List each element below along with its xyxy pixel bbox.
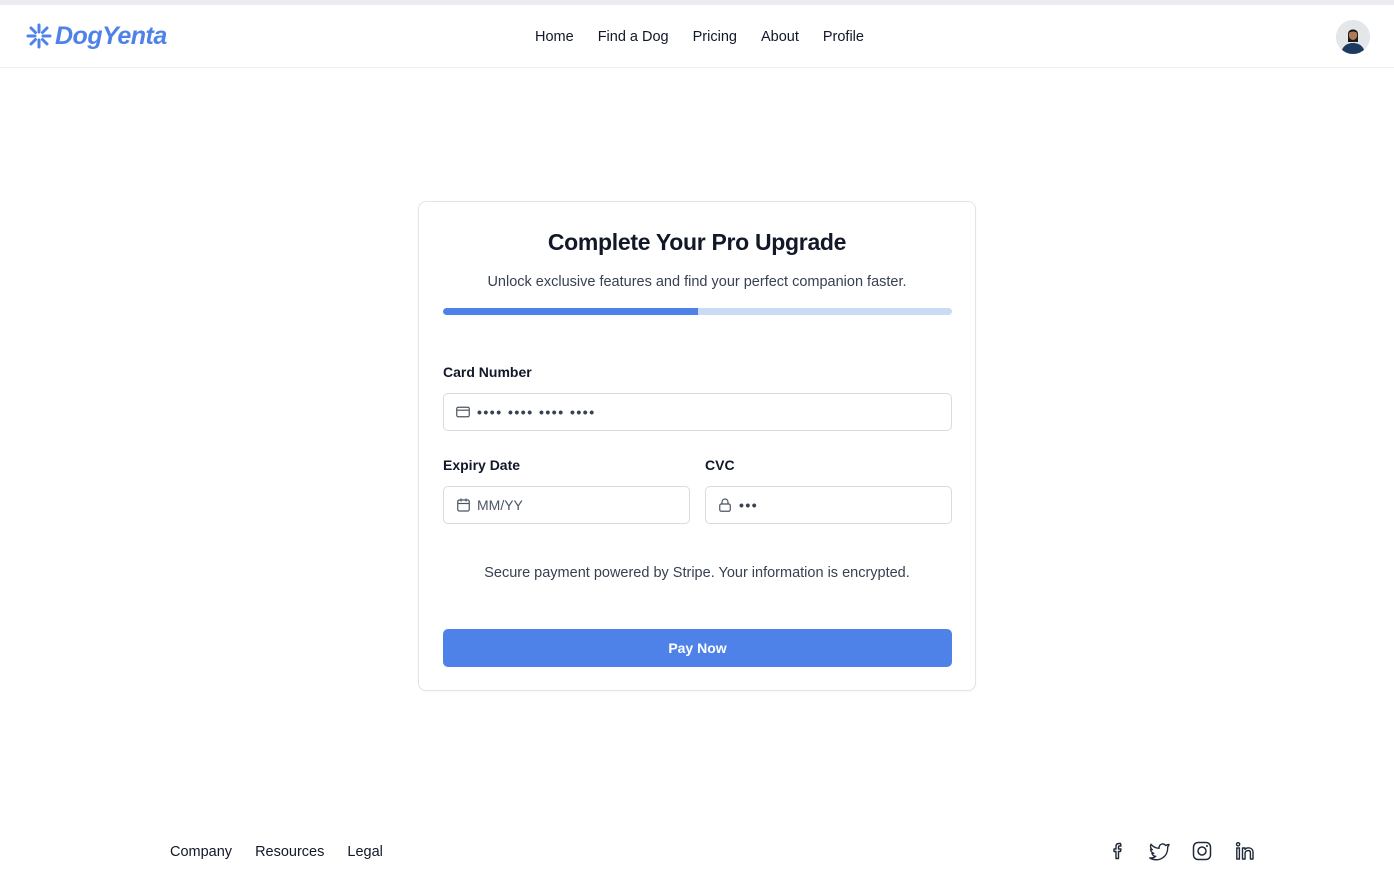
- card-number-field[interactable]: •••• •••• •••• ••••: [443, 393, 952, 431]
- payment-card: Complete Your Pro Upgrade Unlock exclusi…: [418, 201, 976, 691]
- pay-now-button[interactable]: Pay Now: [443, 629, 952, 667]
- nav-pricing[interactable]: Pricing: [693, 27, 737, 47]
- nav-find-a-dog[interactable]: Find a Dog: [598, 27, 669, 47]
- expiry-date-field[interactable]: [443, 486, 690, 524]
- avatar[interactable]: [1336, 20, 1370, 54]
- cvc-value: •••: [739, 497, 759, 513]
- footer-nav: Company Resources Legal: [170, 842, 406, 862]
- top-navbar: DogYenta Home Find a Dog Pricing About P…: [0, 5, 1394, 68]
- main-nav: Home Find a Dog Pricing About Profile: [535, 27, 888, 47]
- sparkle-logo-icon: [26, 23, 52, 49]
- facebook-icon[interactable]: [1107, 840, 1129, 862]
- twitter-icon[interactable]: [1148, 840, 1170, 862]
- lock-icon: [718, 498, 732, 512]
- expiry-date-label: Expiry Date: [443, 457, 521, 473]
- footer-link-company[interactable]: Company: [170, 842, 232, 862]
- progress-bar: [443, 308, 952, 315]
- secure-payment-note: Secure payment powered by Stripe. Your i…: [484, 565, 910, 581]
- logo-text: DogYenta: [55, 21, 167, 50]
- nav-profile[interactable]: Profile: [823, 27, 864, 47]
- cvc-label: CVC: [705, 457, 735, 473]
- nav-about[interactable]: About: [761, 27, 799, 47]
- credit-card-icon: [456, 405, 470, 419]
- progress-bar-fill: [443, 308, 698, 315]
- nav-home[interactable]: Home: [535, 27, 574, 47]
- user-avatar-icon: [1336, 20, 1370, 54]
- cvc-field[interactable]: •••: [705, 486, 952, 524]
- footer-link-resources[interactable]: Resources: [255, 842, 324, 862]
- expiry-date-input[interactable]: [477, 487, 689, 523]
- page-title: Complete Your Pro Upgrade: [547, 229, 847, 255]
- linkedin-icon[interactable]: [1234, 840, 1256, 862]
- page-subtitle: Unlock exclusive features and find your …: [487, 274, 907, 290]
- footer-link-legal[interactable]: Legal: [347, 842, 382, 862]
- calendar-icon: [456, 498, 470, 512]
- logo[interactable]: DogYenta: [26, 21, 167, 51]
- instagram-icon[interactable]: [1191, 840, 1213, 862]
- card-number-label: Card Number: [443, 364, 532, 380]
- card-number-value: •••• •••• •••• ••••: [477, 404, 596, 420]
